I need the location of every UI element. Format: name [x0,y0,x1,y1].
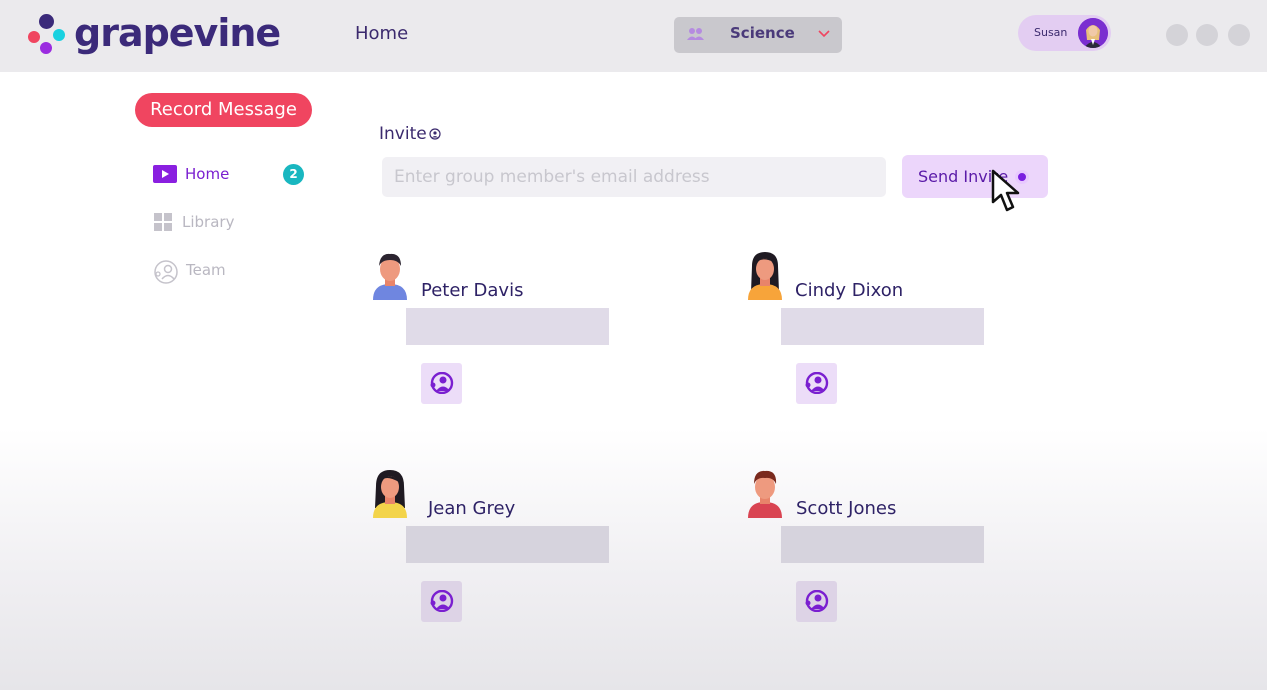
team-icon [154,260,178,284]
invite-label: Invite [379,124,427,144]
male-avatar-icon [373,253,407,300]
notification-badge: 2 [283,164,304,185]
member-message-placeholder [781,308,984,345]
member-card: Cindy Dixon [746,252,1006,412]
member-profile-button[interactable] [421,581,462,622]
user-avatar [1078,18,1108,48]
window-button-1[interactable] [1166,24,1188,46]
user-circle-icon [805,372,829,394]
member-name: Jean Grey [428,498,516,519]
record-message-button[interactable]: Record Message [135,93,312,127]
email-input[interactable] [382,157,886,197]
user-circle-icon [805,590,829,612]
sidebar-item-label: Team [186,261,226,279]
window-button-3[interactable] [1228,24,1250,46]
member-message-placeholder [781,526,984,563]
sidebar-item-label: Library [182,213,235,231]
user-circle-icon [430,590,454,612]
member-message-placeholder [406,526,609,563]
member-name: Peter Davis [421,280,524,301]
grapevine-logo[interactable]: grapevine [26,11,281,59]
group-select-value: Science [730,24,795,42]
group-icon [687,28,704,40]
logo-dots-icon [26,13,70,59]
play-icon [153,165,177,183]
logo-wordmark: grapevine [74,11,281,55]
member-profile-button[interactable] [796,581,837,622]
member-name: Cindy Dixon [795,280,904,301]
member-name: Scott Jones [796,498,897,519]
member-profile-button[interactable] [796,363,837,404]
member-profile-button[interactable] [421,363,462,404]
send-invite-button[interactable]: Send Invite [902,155,1048,198]
invite-heading: Invite [379,124,441,144]
info-icon [429,128,441,140]
grid-icon [154,213,172,231]
window-button-2[interactable] [1196,24,1218,46]
sidebar-item-library[interactable]: Library [153,211,313,235]
member-message-placeholder [406,308,609,345]
group-select[interactable]: Science [674,17,842,53]
user-circle-icon [430,372,454,394]
top-bar: grapevine Home Science Susan [0,0,1267,72]
female-avatar-icon [373,470,407,518]
user-name: Susan [1034,26,1068,39]
sidebar-item-label: Home [185,165,230,183]
member-card: Peter Davis [371,252,631,412]
chevron-down-icon [818,30,830,38]
nav-home-link[interactable]: Home [355,23,408,44]
male-avatar-icon [748,470,782,518]
mouse-cursor-icon [991,169,1020,212]
member-card: Jean Grey [371,470,631,630]
user-menu[interactable]: Susan [1018,15,1111,51]
female-avatar-icon [748,252,782,300]
member-card: Scott Jones [746,470,1006,630]
sidebar-item-team[interactable]: Team [153,259,313,284]
